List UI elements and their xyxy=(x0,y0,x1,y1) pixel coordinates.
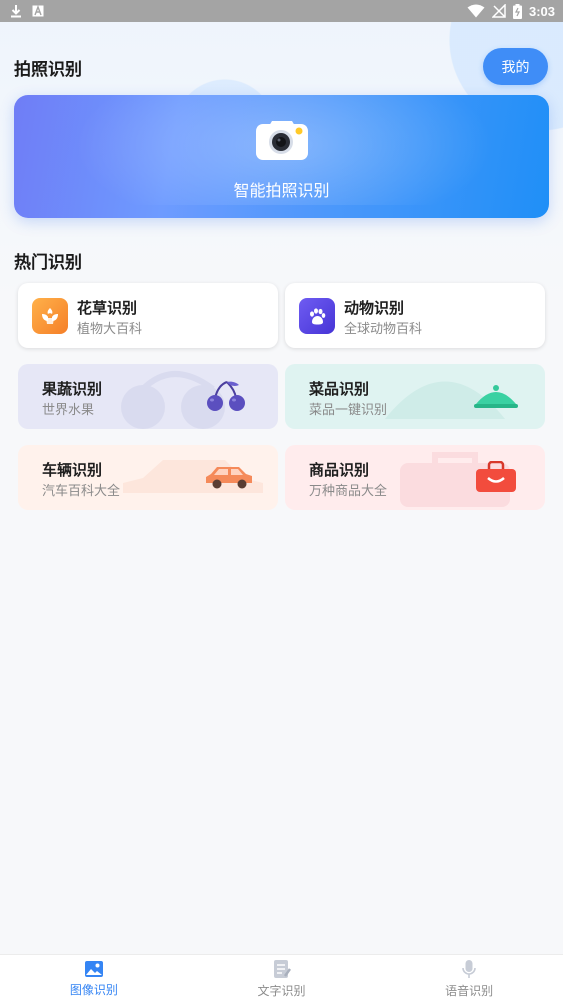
status-time: 3:03 xyxy=(528,3,555,19)
card-title: 果蔬识别 xyxy=(42,380,103,398)
smart-photo-recognition-banner[interactable]: 智能拍照识别 xyxy=(14,95,549,218)
card-title: 花草识别 xyxy=(77,299,138,317)
dish-recognition-card[interactable]: 菜品识别 菜品一键识别 xyxy=(285,364,545,429)
tab-label: 图像识别 xyxy=(69,982,118,997)
hot-section-title: 热门识别 xyxy=(14,253,82,273)
card-title: 菜品识别 xyxy=(309,380,370,398)
card-title: 车辆识别 xyxy=(42,461,103,479)
card-subtitle: 汽车百科大全 xyxy=(42,484,121,499)
flower-recognition-card[interactable]: 花草识别 植物大百科 xyxy=(18,283,278,348)
tab-label: 语音识别 xyxy=(445,983,494,998)
my-button[interactable]: 我的 xyxy=(483,48,548,85)
page-title: 拍照识别 xyxy=(14,60,82,80)
card-subtitle: 万种商品大全 xyxy=(309,484,388,499)
card-subtitle: 植物大百科 xyxy=(77,322,143,337)
card-subtitle: 全球动物百科 xyxy=(344,322,423,337)
flower-icon xyxy=(32,298,68,334)
battery-icon xyxy=(512,3,522,19)
camera-icon xyxy=(256,121,308,160)
banner-label: 智能拍照识别 xyxy=(233,181,330,200)
vehicle-recognition-card[interactable]: 车辆识别 汽车百科大全 xyxy=(18,445,278,510)
bottom-tab-bar: 图像识别 文字识别 语音识别 xyxy=(0,954,563,1002)
card-subtitle: 菜品一键识别 xyxy=(309,403,388,418)
paw-icon xyxy=(299,298,335,334)
bag-icon xyxy=(476,461,516,492)
dish-cover-icon xyxy=(474,385,518,408)
status-bar: 3:03 xyxy=(0,0,563,22)
wifi-icon xyxy=(467,4,485,18)
image-icon xyxy=(84,960,103,977)
tab-text-recognition[interactable]: 文字识别 xyxy=(188,955,376,1002)
tab-label: 文字识别 xyxy=(257,983,306,998)
signal-icon xyxy=(491,4,506,18)
fruit-recognition-card[interactable]: 果蔬识别 世界水果 xyxy=(18,364,278,429)
a-badge-icon xyxy=(32,5,44,17)
card-title: 商品识别 xyxy=(309,461,370,479)
car-icon xyxy=(206,467,252,489)
download-icon xyxy=(10,4,22,18)
animal-recognition-card[interactable]: 动物识别 全球动物百科 xyxy=(285,283,545,348)
product-recognition-card[interactable]: 商品识别 万种商品大全 xyxy=(285,445,545,510)
tab-image-recognition[interactable]: 图像识别 xyxy=(0,955,188,1002)
document-icon xyxy=(273,959,291,978)
cherry-icon xyxy=(207,381,245,411)
microphone-icon xyxy=(462,959,476,978)
card-title: 动物识别 xyxy=(344,299,405,317)
card-subtitle: 世界水果 xyxy=(42,403,95,418)
tab-voice-recognition[interactable]: 语音识别 xyxy=(375,955,563,1002)
